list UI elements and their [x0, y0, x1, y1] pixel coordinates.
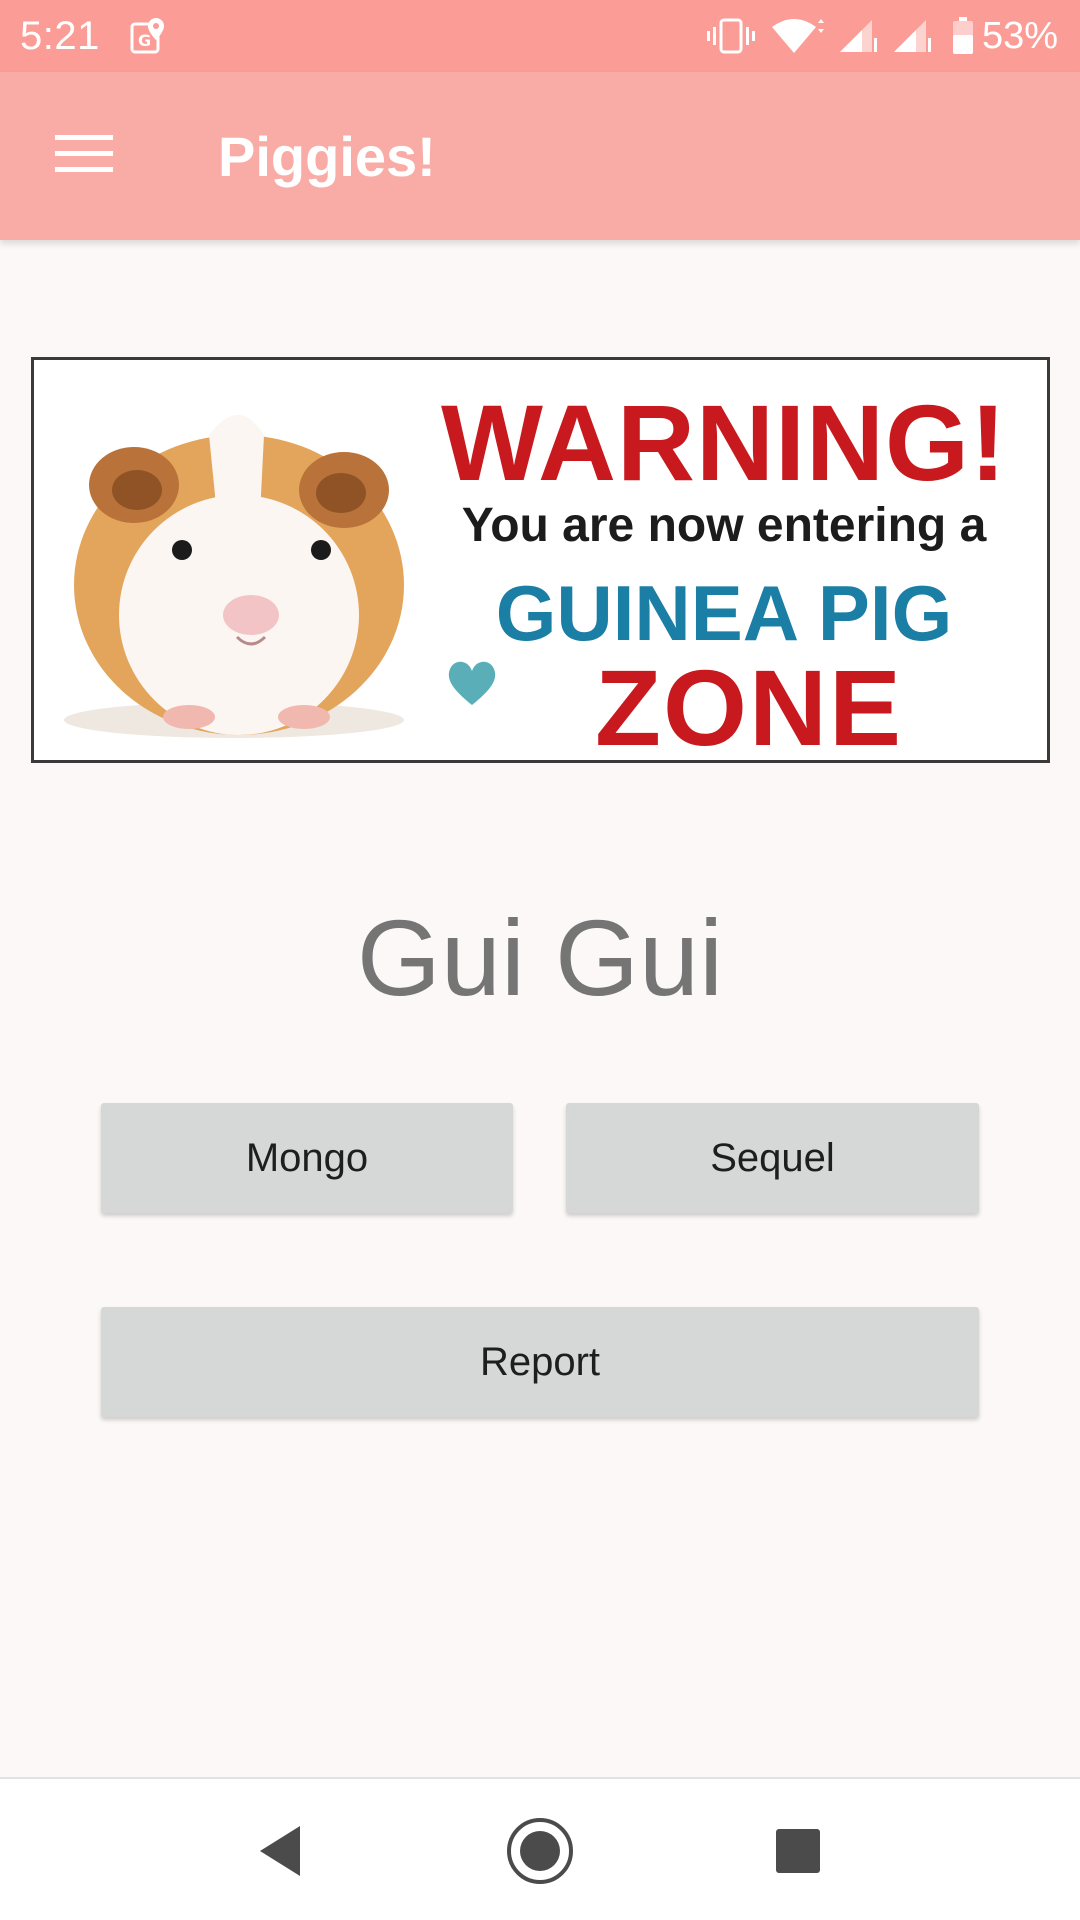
status-time: 5:21	[20, 13, 100, 58]
status-bar: 5:21 G 53%	[0, 0, 1080, 72]
guinea-pig-illustration	[59, 375, 419, 750]
status-right: 53%	[692, 15, 1058, 58]
sequel-button[interactable]: Sequel	[566, 1103, 979, 1213]
vibrate-icon	[706, 18, 756, 54]
banner-text: WARNING! You are now entering a GUINEA P…	[404, 360, 1044, 760]
back-icon	[256, 1824, 304, 1883]
menu-button[interactable]	[40, 122, 128, 190]
report-button[interactable]: Report	[101, 1307, 979, 1417]
signal-icon	[892, 18, 932, 54]
navigation-bar	[0, 1777, 1080, 1920]
screen: 5:21 G 53% Piggies! WARNING! You are now…	[0, 0, 1080, 1920]
battery-icon	[952, 17, 974, 55]
guinea-pig-warning-banner: WARNING! You are now entering a GUINEA P…	[31, 357, 1050, 763]
recents-icon	[774, 1827, 822, 1880]
recents-button[interactable]	[758, 1813, 838, 1893]
status-left: 5:21 G	[20, 14, 166, 59]
app-bar: Piggies!	[0, 72, 1080, 240]
banner-zone: ZONE	[594, 647, 903, 763]
svg-text:G: G	[138, 31, 151, 50]
wifi-icon	[770, 17, 824, 55]
home-icon	[505, 1816, 575, 1891]
banner-headline: WARNING!	[441, 382, 1007, 503]
app-title: Piggies!	[218, 125, 436, 188]
home-button[interactable]	[500, 1813, 580, 1893]
battery-percentage: 53%	[981, 14, 1058, 57]
banner-line: You are now entering a	[461, 499, 987, 552]
mongo-button[interactable]: Mongo	[101, 1103, 513, 1213]
pig-name: Gui Gui	[356, 897, 724, 1018]
back-button[interactable]	[240, 1813, 320, 1893]
signal-icon	[838, 18, 878, 54]
hamburger-menu-icon	[55, 133, 113, 180]
maps-notification-icon: G	[130, 16, 166, 56]
